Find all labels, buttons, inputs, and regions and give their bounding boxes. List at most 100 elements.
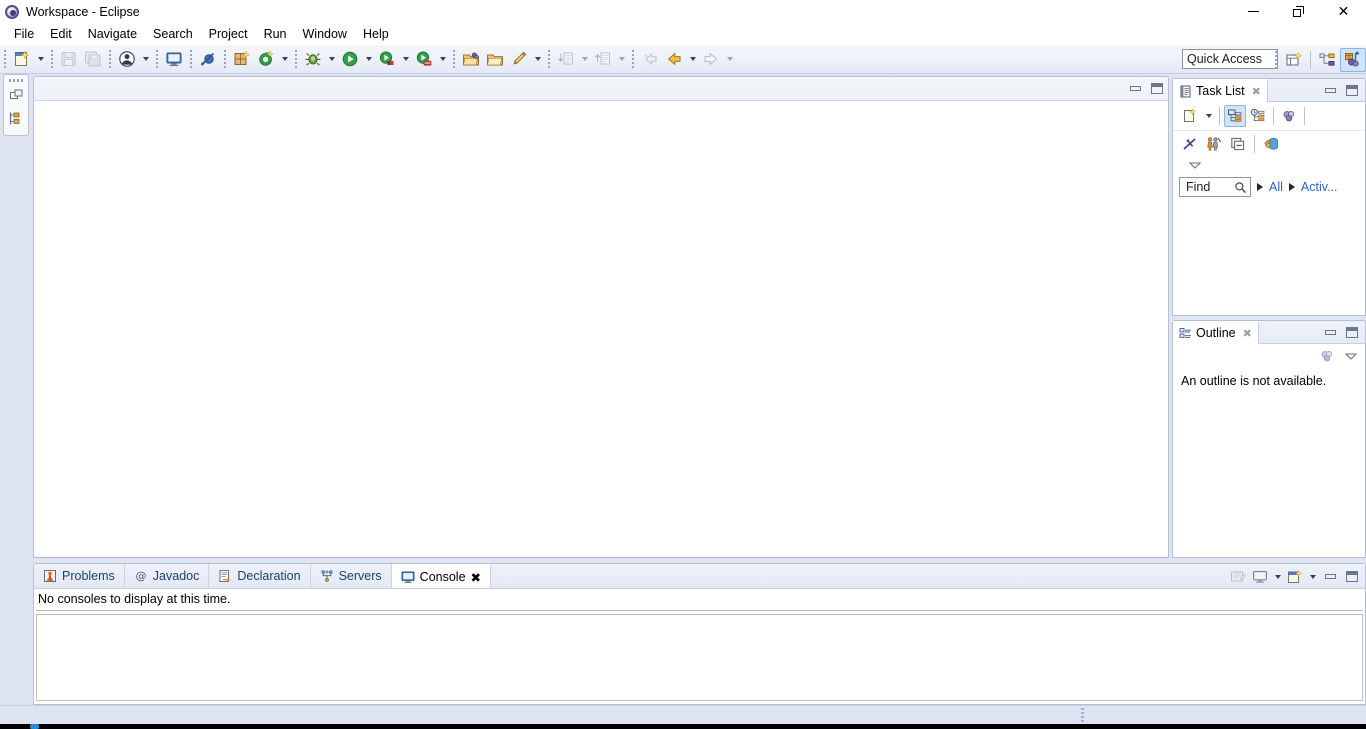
- user-profile-icon[interactable]: [115, 47, 139, 71]
- java-perspective-icon[interactable]: [1340, 47, 1366, 72]
- search-icon[interactable]: [1234, 181, 1247, 194]
- tab-outline[interactable]: Outline ✖: [1173, 320, 1259, 344]
- filter-expand-icon[interactable]: [1288, 183, 1295, 191]
- filter-expand-icon[interactable]: [1257, 183, 1263, 191]
- collapse-all-icon[interactable]: [1227, 133, 1249, 155]
- menu-window[interactable]: Window: [295, 25, 355, 43]
- editor-content[interactable]: [34, 101, 1168, 557]
- run-play-icon[interactable]: [338, 47, 362, 71]
- find-input-text: Find: [1186, 180, 1211, 194]
- view-menu-chevron-icon[interactable]: [1343, 351, 1359, 361]
- menu-search[interactable]: Search: [145, 25, 201, 43]
- refresh-green-icon[interactable]: [254, 47, 278, 71]
- menu-file[interactable]: File: [6, 25, 42, 43]
- tab-declaration[interactable]: Declaration: [209, 564, 311, 588]
- find-input[interactable]: Find: [1179, 177, 1251, 197]
- focus-on-workweek-icon[interactable]: [1179, 133, 1201, 155]
- filter-active-link[interactable]: Activ...: [1301, 180, 1338, 194]
- maximize-view-button[interactable]: [1341, 323, 1363, 343]
- forward-arrow-icon[interactable]: [699, 47, 723, 71]
- display-selected-console-icon[interactable]: [1249, 566, 1271, 588]
- categorized-presentation-icon[interactable]: [1224, 105, 1246, 127]
- close-window-button[interactable]: ✕: [1321, 0, 1366, 23]
- new-wizard-icon[interactable]: [10, 47, 34, 71]
- maximize-view-button[interactable]: [1341, 81, 1363, 101]
- restore-window-button[interactable]: [1276, 0, 1321, 23]
- external-tools-dropdown-arrow[interactable]: [399, 47, 412, 71]
- annotation-dropdown-arrow[interactable]: [531, 47, 544, 71]
- back-dropdown-arrow[interactable]: [686, 47, 699, 71]
- debug-dropdown-arrow[interactable]: [325, 47, 338, 71]
- step-return-icon[interactable]: [591, 47, 615, 71]
- maximize-editor-area-button[interactable]: [1146, 79, 1168, 99]
- resize-grip[interactable]: [1081, 708, 1084, 722]
- step-into-dropdown-arrow[interactable]: [578, 47, 591, 71]
- user-profile-dropdown-arrow[interactable]: [139, 47, 152, 71]
- run-external-tools-icon[interactable]: [375, 47, 399, 71]
- display-console-dropdown-arrow[interactable]: [1271, 565, 1284, 589]
- close-icon[interactable]: ✖: [1252, 85, 1261, 98]
- minimize-view-button[interactable]: [1319, 323, 1341, 343]
- show-all-tasks-icon[interactable]: [1203, 133, 1225, 155]
- clear-console-icon[interactable]: [1227, 566, 1249, 588]
- toolbar-divider: [1254, 134, 1255, 153]
- taskbar-active-indicator: [30, 724, 39, 729]
- back-history-icon[interactable]: [638, 47, 662, 71]
- drag-handle-dots[interactable]: [9, 79, 23, 82]
- back-arrow-icon[interactable]: [662, 47, 686, 71]
- save-all-icon[interactable]: [81, 47, 105, 71]
- step-into-icon[interactable]: [554, 47, 578, 71]
- step-return-dropdown-arrow[interactable]: [615, 47, 628, 71]
- minimize-editor-area-button[interactable]: [1124, 79, 1146, 99]
- new-java-project-icon[interactable]: [459, 47, 483, 71]
- open-perspective-icon[interactable]: [1281, 48, 1307, 72]
- maximize-view-button[interactable]: [1341, 567, 1363, 587]
- outline-tab-label: Outline: [1196, 326, 1236, 340]
- task-list-content[interactable]: [1173, 203, 1365, 315]
- run-server-dropdown-arrow[interactable]: [436, 47, 449, 71]
- run-dropdown-arrow[interactable]: [362, 47, 375, 71]
- open-console-dropdown-arrow[interactable]: [1306, 565, 1319, 589]
- filter-all-link[interactable]: All: [1269, 180, 1283, 194]
- tab-task-list[interactable]: Task List ✖: [1173, 78, 1268, 102]
- synchronize-changed-icon[interactable]: [1278, 105, 1300, 127]
- link-with-editor-icon[interactable]: [1319, 348, 1335, 364]
- view-menu-chevron-icon[interactable]: [1187, 160, 1203, 170]
- new-annotation-icon[interactable]: [507, 47, 531, 71]
- new-wizard-dropdown-arrow[interactable]: [34, 47, 47, 71]
- package-explorer-icon[interactable]: [6, 108, 26, 128]
- close-icon[interactable]: ✖: [1243, 327, 1252, 340]
- tab-console[interactable]: Console ✖: [391, 564, 492, 588]
- menu-edit[interactable]: Edit: [42, 25, 80, 43]
- restore-view-icon[interactable]: [6, 85, 26, 105]
- outline-icon: [1179, 327, 1192, 340]
- new-task-dropdown-arrow[interactable]: [1202, 104, 1215, 128]
- console-output[interactable]: [36, 614, 1363, 701]
- tab-servers[interactable]: Servers: [311, 564, 392, 588]
- quick-access-input[interactable]: Quick Access: [1182, 49, 1278, 69]
- minimize-view-button[interactable]: [1319, 567, 1341, 587]
- java-ee-perspective-icon[interactable]: [1314, 48, 1340, 72]
- debug-bug-icon[interactable]: [301, 47, 325, 71]
- open-type-icon[interactable]: [483, 47, 507, 71]
- tab-problems[interactable]: Problems: [34, 564, 125, 588]
- minimize-window-button[interactable]: [1231, 0, 1276, 23]
- minimize-view-button[interactable]: [1319, 81, 1341, 101]
- menu-navigate[interactable]: Navigate: [80, 25, 145, 43]
- skip-breakpoints-icon[interactable]: [196, 47, 220, 71]
- new-package-icon[interactable]: [230, 47, 254, 71]
- save-icon[interactable]: [57, 47, 81, 71]
- forward-dropdown-arrow[interactable]: [723, 47, 736, 71]
- run-server-icon[interactable]: [412, 47, 436, 71]
- refresh-dropdown-arrow[interactable]: [278, 47, 291, 71]
- menu-run[interactable]: Run: [256, 25, 295, 43]
- menu-help[interactable]: Help: [355, 25, 397, 43]
- close-icon[interactable]: ✖: [471, 570, 481, 585]
- scheduled-presentation-icon[interactable]: [1247, 105, 1269, 127]
- add-repository-icon[interactable]: [1260, 133, 1282, 155]
- open-console-icon[interactable]: [162, 47, 186, 71]
- open-console-icon[interactable]: [1284, 566, 1306, 588]
- menu-project[interactable]: Project: [201, 25, 256, 43]
- tab-javadoc[interactable]: @ Javadoc: [125, 564, 210, 588]
- new-task-icon[interactable]: [1179, 105, 1201, 127]
